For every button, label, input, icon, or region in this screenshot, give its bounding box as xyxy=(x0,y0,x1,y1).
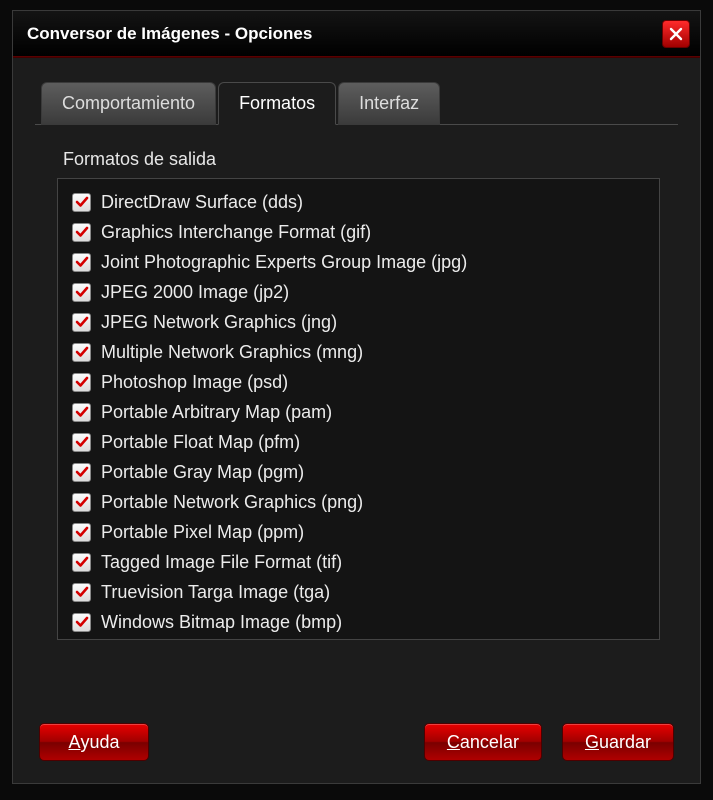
accel: C xyxy=(447,732,460,753)
format-label: DirectDraw Surface (dds) xyxy=(101,192,303,213)
check-icon xyxy=(75,615,89,629)
tab-label: Formatos xyxy=(239,93,315,113)
format-row: Truevision Targa Image (tga) xyxy=(72,577,653,607)
check-icon xyxy=(75,195,89,209)
check-icon xyxy=(75,525,89,539)
check-icon xyxy=(75,495,89,509)
check-icon xyxy=(75,255,89,269)
format-label: Joint Photographic Experts Group Image (… xyxy=(101,252,467,273)
format-row: Graphics Interchange Format (gif) xyxy=(72,217,653,247)
tab-behaviour[interactable]: Comportamiento xyxy=(41,82,216,125)
dialog-footer: Ayuda Cancelar Guardar xyxy=(13,705,700,783)
format-label: Portable Arbitrary Map (pam) xyxy=(101,402,332,423)
check-icon xyxy=(75,435,89,449)
format-checkbox[interactable] xyxy=(72,253,91,272)
check-icon xyxy=(75,315,89,329)
format-label: Portable Float Map (pfm) xyxy=(101,432,300,453)
format-row: JPEG Network Graphics (jng) xyxy=(72,307,653,337)
format-label: Portable Network Graphics (png) xyxy=(101,492,363,513)
format-checkbox[interactable] xyxy=(72,553,91,572)
close-icon xyxy=(669,27,683,41)
format-checkbox[interactable] xyxy=(72,523,91,542)
tab-label: Comportamiento xyxy=(62,93,195,113)
tab-bar: Comportamiento Formatos Interfaz xyxy=(35,82,678,125)
format-checkbox[interactable] xyxy=(72,613,91,632)
format-row: Portable Network Graphics (png) xyxy=(72,487,653,517)
format-label: JPEG Network Graphics (jng) xyxy=(101,312,337,333)
format-checkbox[interactable] xyxy=(72,433,91,452)
format-row: Portable Arbitrary Map (pam) xyxy=(72,397,653,427)
format-label: Truevision Targa Image (tga) xyxy=(101,582,330,603)
rest: yuda xyxy=(80,732,119,753)
accel: A xyxy=(68,732,80,753)
format-label: Photoshop Image (psd) xyxy=(101,372,288,393)
format-row: Portable Pixel Map (ppm) xyxy=(72,517,653,547)
check-icon xyxy=(75,285,89,299)
format-checkbox[interactable] xyxy=(72,373,91,392)
format-row: Portable Gray Map (pgm) xyxy=(72,457,653,487)
cancel-button[interactable]: Cancelar xyxy=(424,723,542,761)
check-icon xyxy=(75,345,89,359)
close-button[interactable] xyxy=(662,20,690,48)
rest: ancelar xyxy=(460,732,519,753)
format-row: DirectDraw Surface (dds) xyxy=(72,187,653,217)
check-icon xyxy=(75,555,89,569)
format-checkbox[interactable] xyxy=(72,463,91,482)
format-label: Portable Gray Map (pgm) xyxy=(101,462,304,483)
section-title: Formatos de salida xyxy=(63,149,660,170)
format-checkbox[interactable] xyxy=(72,223,91,242)
format-label: Windows Bitmap Image (bmp) xyxy=(101,612,342,633)
rest: uardar xyxy=(599,732,651,753)
format-checkbox[interactable] xyxy=(72,403,91,422)
dialog-body: Comportamiento Formatos Interfaz Formato… xyxy=(13,57,700,705)
format-label: Portable Pixel Map (ppm) xyxy=(101,522,304,543)
format-label: Multiple Network Graphics (mng) xyxy=(101,342,363,363)
accel: G xyxy=(585,732,599,753)
format-checkbox[interactable] xyxy=(72,283,91,302)
format-label: JPEG 2000 Image (jp2) xyxy=(101,282,289,303)
formats-listbox[interactable]: DirectDraw Surface (dds) Graphics Interch… xyxy=(57,178,660,640)
format-row: JPEG 2000 Image (jp2) xyxy=(72,277,653,307)
format-row: Photoshop Image (psd) xyxy=(72,367,653,397)
tab-formats[interactable]: Formatos xyxy=(218,82,336,125)
check-icon xyxy=(75,225,89,239)
options-dialog: Conversor de Imágenes - Opciones Comport… xyxy=(12,10,701,784)
tab-label: Interfaz xyxy=(359,93,419,113)
format-label: Graphics Interchange Format (gif) xyxy=(101,222,371,243)
format-row: Multiple Network Graphics (mng) xyxy=(72,337,653,367)
check-icon xyxy=(75,375,89,389)
format-checkbox[interactable] xyxy=(72,583,91,602)
format-checkbox[interactable] xyxy=(72,193,91,212)
format-row: Portable Float Map (pfm) xyxy=(72,427,653,457)
format-row: Tagged Image File Format (tif) xyxy=(72,547,653,577)
help-button[interactable]: Ayuda xyxy=(39,723,149,761)
check-icon xyxy=(75,585,89,599)
format-label: Tagged Image File Format (tif) xyxy=(101,552,342,573)
save-button[interactable]: Guardar xyxy=(562,723,674,761)
format-checkbox[interactable] xyxy=(72,493,91,512)
window-title: Conversor de Imágenes - Opciones xyxy=(27,24,662,44)
format-checkbox[interactable] xyxy=(72,343,91,362)
format-row: Windows Bitmap Image (bmp) xyxy=(72,607,653,637)
format-checkbox[interactable] xyxy=(72,313,91,332)
formats-panel: Formatos de salida DirectDraw Surface (d… xyxy=(35,125,678,648)
check-icon xyxy=(75,465,89,479)
check-icon xyxy=(75,405,89,419)
titlebar: Conversor de Imágenes - Opciones xyxy=(13,11,700,57)
format-row: Joint Photographic Experts Group Image (… xyxy=(72,247,653,277)
tab-interface[interactable]: Interfaz xyxy=(338,82,440,125)
